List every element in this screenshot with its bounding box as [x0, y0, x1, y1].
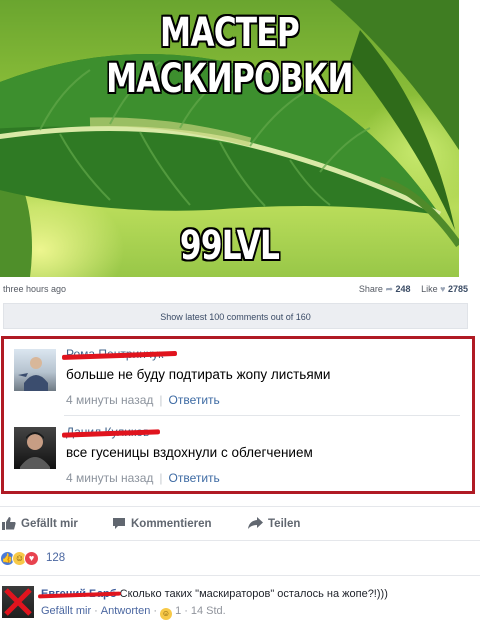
- show-comments-button[interactable]: Show latest 100 comments out of 160: [3, 303, 468, 329]
- comment-item: Евгений Барб Сколько таких "маскираторов…: [0, 583, 480, 623]
- person-icon: [20, 432, 50, 469]
- haha-reaction-icon: ☺: [160, 608, 172, 620]
- share-icon: ➦: [385, 284, 394, 294]
- comment-text: Сколько таких "маскираторов" осталось на…: [119, 588, 388, 600]
- divider: [64, 415, 460, 416]
- reply-button[interactable]: Ответить: [169, 393, 220, 407]
- comment-author[interactable]: Данил Куликов: [61, 425, 161, 439]
- comment-time[interactable]: 14 Std.: [191, 605, 226, 617]
- avatar[interactable]: [2, 586, 34, 618]
- heart-icon: ♥: [440, 284, 446, 294]
- comment-bubble-icon: [113, 518, 125, 529]
- like-link[interactable]: Gefällt mir: [41, 605, 91, 617]
- share-link[interactable]: Share: [359, 284, 383, 294]
- comment-author[interactable]: Рома Пентринчук: [61, 347, 177, 361]
- reply-button[interactable]: Ответить: [169, 471, 220, 485]
- separator: ·: [94, 605, 98, 617]
- reaction-count: 1: [175, 605, 182, 617]
- separator: |: [159, 393, 163, 407]
- like-button[interactable]: Gefällt mir: [2, 517, 78, 530]
- separator: ·: [153, 605, 157, 617]
- comment-text: все гусеницы вздохнули с облегчением: [66, 445, 313, 460]
- share-button[interactable]: Teilen: [248, 517, 300, 530]
- comment-body: Евгений Барб Сколько таких "маскираторов…: [37, 588, 388, 600]
- separator: |: [159, 471, 163, 485]
- meme-title: МАСТЕР МАСКИРОВКИ: [106, 10, 353, 102]
- avatar[interactable]: [14, 427, 56, 469]
- reply-link[interactable]: Antworten: [101, 605, 151, 617]
- separator: ·: [184, 605, 188, 617]
- like-link[interactable]: Like: [421, 284, 438, 294]
- comment-actions: Gefällt mir · Antworten · ☺ 1 · 14 Std.: [41, 605, 226, 620]
- reaction-count: 128: [46, 552, 66, 564]
- person-icon: [18, 357, 48, 391]
- reactions-summary[interactable]: 👍 ☺ ♥ 128: [0, 548, 65, 568]
- avatar[interactable]: [14, 349, 56, 391]
- post-meta: three hours ago Share ➦ 248 Like ♥ 2785: [0, 281, 470, 299]
- like-label: Gefällt mir: [21, 517, 78, 530]
- comment-actions: 4 минуты назад | Ответить: [66, 393, 220, 407]
- divider: [0, 540, 480, 541]
- cross-mark-icon: [4, 588, 32, 616]
- post-time[interactable]: three hours ago: [3, 284, 66, 294]
- comment-time[interactable]: 4 минуты назад: [66, 393, 153, 407]
- divider: [0, 506, 480, 507]
- highlighted-comments: Рома Пентринчук больше не буду подтирать…: [1, 336, 475, 494]
- post-action-bar: Gefällt mir Kommentieren Teilen: [0, 510, 480, 538]
- post-stats: Share ➦ 248 Like ♥ 2785: [359, 284, 468, 295]
- comment-actions: 4 минуты назад | Ответить: [66, 471, 220, 485]
- comment-label: Kommentieren: [131, 517, 212, 530]
- meme-bottom-text: 99LVL: [179, 223, 280, 269]
- like-count: 2785: [447, 284, 468, 294]
- share-label: Teilen: [268, 517, 301, 530]
- comment-author[interactable]: Евгений Барб: [37, 588, 122, 600]
- comment-button[interactable]: Kommentieren: [112, 517, 212, 530]
- comment-text: больше не буду подтирать жопу листьями: [66, 367, 331, 382]
- thumbs-up-icon: [2, 517, 16, 530]
- divider: [0, 575, 480, 576]
- share-count: 248: [395, 284, 411, 294]
- share-arrow-icon: [248, 517, 263, 529]
- comment-time[interactable]: 4 минуты назад: [66, 471, 153, 485]
- love-reaction-icon: ♥: [24, 550, 39, 566]
- post-image[interactable]: МАСТЕР МАСКИРОВКИ 99LVL: [0, 0, 459, 277]
